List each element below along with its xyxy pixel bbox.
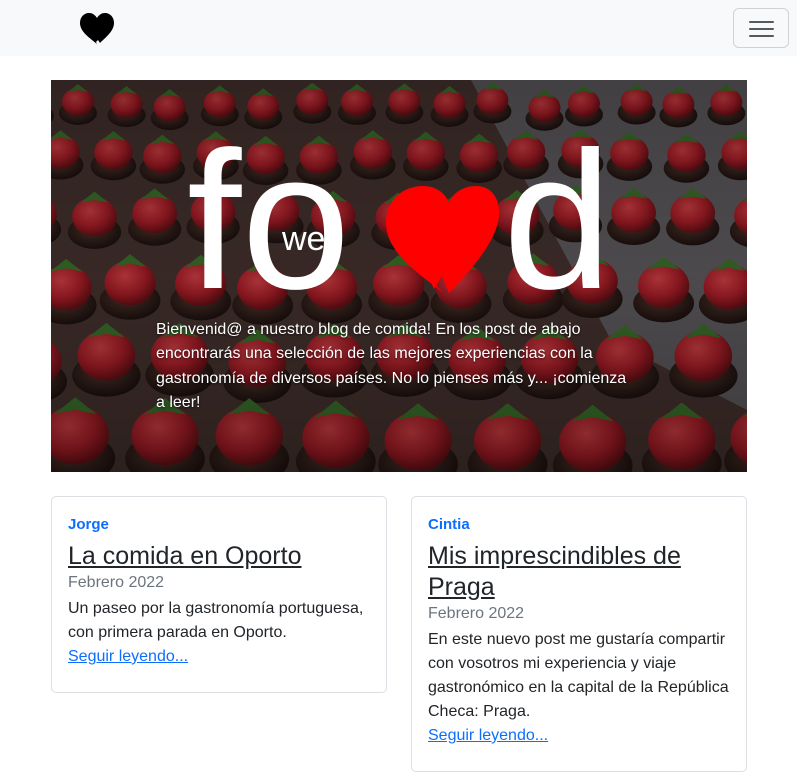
svg-text:we: we	[281, 220, 325, 258]
post-author: Cintia	[428, 516, 470, 533]
hero-intro-text: Bienvenid@ a nuestro blog de comida! En …	[156, 321, 627, 412]
heart-icon[interactable]	[78, 12, 116, 46]
post-date: Febrero 2022	[68, 574, 165, 591]
post-card-praga: Cintia Mis imprescindibles de Praga Febr…	[411, 496, 747, 772]
post-excerpt: Un paseo por la gastronomía portuguesa, …	[68, 600, 364, 641]
hamburger-icon-bar	[749, 35, 774, 37]
hamburger-icon-bar	[749, 28, 774, 30]
post-title-link[interactable]: Mis imprescindibles de Praga	[428, 541, 734, 603]
svg-text:d: d	[503, 111, 612, 330]
post-date: Febrero 2022	[428, 605, 525, 622]
navbar	[0, 0, 797, 56]
post-title-link[interactable]: La comida en Oporto	[68, 541, 374, 572]
post-author: Jorge	[68, 516, 109, 533]
post-card-oporto: Jorge La comida en Oporto Febrero 2022 U…	[51, 496, 387, 693]
hero-banner: fo we d Bienvenid@ a nuestro blog de com…	[51, 80, 747, 472]
read-more-link[interactable]: Seguir leyendo...	[68, 645, 188, 669]
post-excerpt: En este nuevo post me gustaría compartir…	[428, 631, 729, 720]
navbar-toggler-button[interactable]	[733, 8, 789, 48]
read-more-link[interactable]: Seguir leyendo...	[428, 724, 548, 748]
svg-text:fo: fo	[187, 111, 350, 330]
hamburger-icon	[749, 21, 774, 23]
